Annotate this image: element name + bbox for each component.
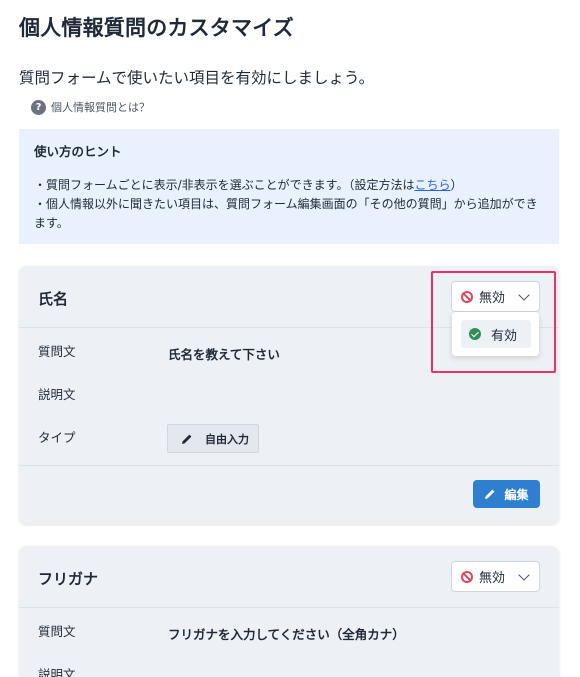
question-card-furigana: フリガナ 無効 質問文 フリガナを入力してください（全角カナ） 説明文 [19, 546, 559, 677]
row-label-type: タイプ [38, 430, 76, 445]
question-circle-icon: ? [31, 99, 46, 115]
card-title: 氏名 [38, 290, 69, 308]
hint-title: 使い方のヒント [34, 144, 122, 159]
hint-box: 使い方のヒント ・質問フォームごとに表示/非表示を選ぶことができます。（設定方法… [19, 129, 559, 244]
help-link[interactable]: ? 個人情報質問とは？ [31, 99, 150, 115]
chevron-down-icon [518, 569, 530, 581]
type-badge-label: 自由入力 [205, 432, 249, 446]
row-label-question: 質問文 [38, 344, 76, 359]
hint-line-2: ・個人情報以外に聞きたい項目は、質問フォーム編集画面の「その他の質問」から追加が… [34, 197, 538, 230]
help-link-label: 個人情報質問とは？ [51, 101, 150, 114]
row-value-question: フリガナを入力してください（全角カナ） [168, 627, 405, 642]
highlight-box [431, 271, 556, 373]
pencil-icon [182, 434, 192, 444]
edit-button[interactable]: 編集 [473, 480, 540, 508]
row-value-question: 氏名を教えて下さい [168, 347, 280, 362]
row-label-description: 説明文 [38, 667, 76, 677]
card-divider [19, 465, 559, 466]
card-title: フリガナ [38, 570, 99, 588]
type-badge: 自由入力 [167, 424, 259, 453]
pencil-icon [485, 489, 495, 499]
page-title: 個人情報質問のカスタマイズ [19, 16, 294, 40]
status-select[interactable]: 無効 [451, 561, 540, 592]
page-description: 質問フォームで使いたい項目を有効にしましょう。 [19, 69, 375, 87]
row-label-question: 質問文 [38, 624, 76, 639]
card-header: フリガナ 無効 [19, 546, 559, 608]
row-label-description: 説明文 [38, 387, 76, 402]
edit-button-label: 編集 [504, 487, 529, 502]
ban-icon [461, 570, 473, 583]
settings-method-link[interactable]: こちら [415, 178, 451, 192]
hint-line-1: ・質問フォームごとに表示/非表示を選ぶことができます。（設定方法はこちら） [34, 178, 463, 192]
status-select-value: 無効 [479, 571, 506, 586]
